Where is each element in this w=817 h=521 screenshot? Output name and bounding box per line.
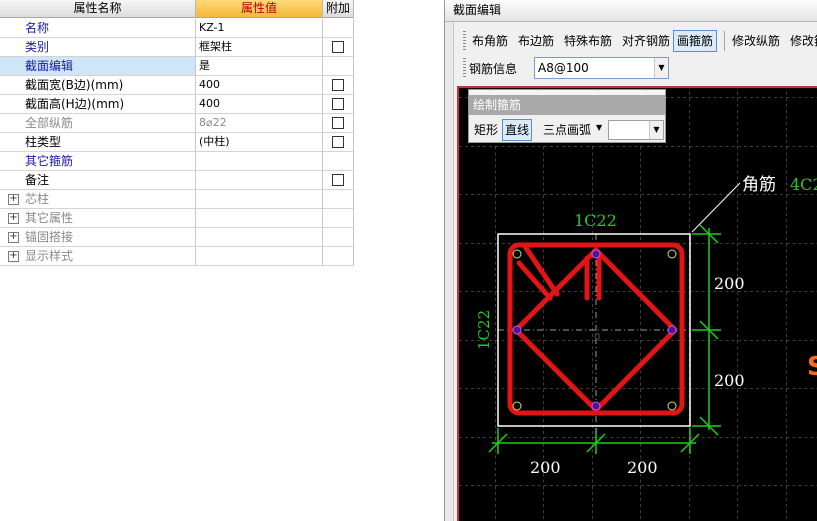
expand-icon[interactable]: +	[8, 194, 19, 205]
prop-group-core[interactable]: + 芯柱	[0, 190, 354, 209]
prop-row-name[interactable]: 名称 KZ-1	[0, 19, 354, 38]
extra-checkbox[interactable]	[332, 174, 344, 186]
prop-row-category[interactable]: 类别 框架柱	[0, 38, 354, 57]
toolbar-grip-icon[interactable]	[463, 58, 466, 78]
prop-value[interactable]	[196, 152, 323, 171]
corner-rebar-label[interactable]: 角筋	[742, 175, 776, 195]
rectangle-mode-button[interactable]: 矩形	[471, 119, 501, 141]
prop-label: 截面编辑	[21, 57, 196, 76]
edge-rebar[interactable]	[591, 401, 601, 411]
prop-label: 柱类型	[21, 133, 196, 152]
prop-row-column-type[interactable]: 柱类型 (中柱)	[0, 133, 354, 152]
prop-row-remark[interactable]: 备注	[0, 171, 354, 190]
extra-checkbox[interactable]	[332, 98, 344, 110]
prop-row-all-rebar[interactable]: 全部纵筋 8⌀22	[0, 114, 354, 133]
corner-rebar[interactable]	[667, 249, 677, 259]
prop-value[interactable]: KZ-1	[196, 19, 323, 38]
prop-row-other-stirrup[interactable]: 其它箍筋	[0, 152, 354, 171]
corner-rebar[interactable]	[512, 401, 522, 411]
prop-label: 名称	[21, 19, 196, 38]
special-rebar-button[interactable]: 特殊布筋	[560, 30, 616, 52]
prop-value: 8⌀22	[196, 114, 323, 133]
prop-label: 备注	[21, 171, 196, 190]
extra-checkbox[interactable]	[332, 79, 344, 91]
section-drawing-canvas[interactable]: 0 1C22 1C22 角筋 4C22 200 200 200	[457, 86, 817, 521]
edge-rebar[interactable]	[667, 325, 677, 335]
column-header-value[interactable]: 属性值	[196, 0, 323, 18]
chevron-down-icon[interactable]: ▼	[596, 123, 602, 132]
dialog-title[interactable]: 截面编辑	[445, 0, 817, 22]
chevron-down-icon[interactable]: ▼	[649, 121, 663, 139]
draw-stirrup-button[interactable]: 画箍筋	[673, 30, 718, 52]
align-rebar-button[interactable]: 对齐钢筋	[618, 30, 674, 52]
prop-value[interactable]: 400	[196, 95, 323, 114]
rebar-info-value: A8@100	[538, 61, 589, 75]
prop-value[interactable]: 400	[196, 76, 323, 95]
prop-value[interactable]	[196, 171, 323, 190]
rebar-info-label: 钢筋信息	[469, 62, 518, 76]
prop-label: 截面高(H边)(mm)	[21, 95, 196, 114]
section-drawing[interactable]: 0 1C22 1C22 角筋 4C22 200 200 200	[459, 88, 817, 521]
top-rebar-label[interactable]: 1C22	[574, 211, 617, 230]
extra-checkbox[interactable]	[332, 41, 344, 53]
center-mark: 0	[594, 332, 600, 343]
rebar-info-row: 钢筋信息 A8@100 ▼	[461, 56, 817, 82]
edge-rebar[interactable]	[591, 249, 601, 259]
extra-checkbox[interactable]	[332, 136, 344, 148]
draw-stirrup-panel: 绘制箍筋 矩形 直线 三点画弧 ▼ ▼	[468, 89, 666, 143]
prop-group-other[interactable]: + 其它属性	[0, 209, 354, 228]
place-corner-rebar-button[interactable]: 布角筋	[468, 30, 512, 52]
prop-label: 类别	[21, 38, 196, 57]
prop-label: 全部纵筋	[21, 114, 196, 133]
dim-right-bottom: 200	[714, 371, 745, 390]
dim-right-top: 200	[714, 274, 745, 293]
prop-row-section-edit[interactable]: 截面编辑 是	[0, 57, 354, 76]
group-label: 其它属性	[21, 209, 196, 228]
prop-label: 其它箍筋	[21, 152, 196, 171]
expand-icon[interactable]: +	[8, 251, 19, 262]
left-rebar-label[interactable]: 1C22	[475, 310, 493, 350]
prop-value[interactable]: 框架柱	[196, 38, 323, 57]
group-label: 芯柱	[21, 190, 196, 209]
prop-group-display[interactable]: + 显示样式	[0, 247, 354, 266]
three-point-arc-button[interactable]: 三点画弧	[540, 119, 594, 141]
extra-checkbox[interactable]	[332, 117, 344, 129]
chevron-down-icon[interactable]: ▼	[654, 58, 668, 78]
group-label: 锚固搭接	[21, 228, 196, 247]
corner-rebar-spec[interactable]: 4C22	[790, 175, 817, 194]
corner-rebar[interactable]	[512, 249, 522, 259]
draw-stirrup-panel-title[interactable]: 绘制箍筋	[469, 95, 665, 115]
prop-label: 截面宽(B边)(mm)	[21, 76, 196, 95]
prop-value[interactable]: (中柱)	[196, 133, 323, 152]
edit-stirrup-button[interactable]: 修改箍	[786, 30, 817, 52]
column-header-extra[interactable]: 附加	[323, 0, 354, 18]
overlay-logo-fragment: S	[807, 352, 817, 382]
dim-bottom-left: 200	[530, 458, 561, 477]
rebar-info-select[interactable]: A8@100 ▼	[534, 57, 669, 79]
line-mode-button[interactable]: 直线	[502, 119, 533, 141]
edge-rebar[interactable]	[512, 325, 522, 335]
edit-longitudinal-rebar-button[interactable]: 修改纵筋	[728, 30, 784, 52]
prop-row-width[interactable]: 截面宽(B边)(mm) 400	[0, 76, 354, 95]
property-grid: 属性名称 属性值 附加 名称 KZ-1 类别 框架柱 截面编辑 是 截面宽(B边…	[0, 0, 354, 266]
dim-bottom-right: 200	[627, 458, 658, 477]
prop-value[interactable]: 是	[196, 57, 323, 76]
expand-icon[interactable]: +	[8, 232, 19, 243]
grid-background	[459, 88, 817, 521]
expand-icon[interactable]: +	[8, 213, 19, 224]
rebar-toolbar: 布角筋 布边筋 特殊布筋 对齐钢筋 画箍筋 修改纵筋 修改箍	[461, 28, 817, 53]
prop-group-anchorage[interactable]: + 锚固搭接	[0, 228, 354, 247]
group-label: 显示样式	[21, 247, 196, 266]
corner-rebar[interactable]	[667, 401, 677, 411]
prop-row-height[interactable]: 截面高(H边)(mm) 400	[0, 95, 354, 114]
place-edge-rebar-button[interactable]: 布边筋	[514, 30, 558, 52]
draw-option-select[interactable]: ▼	[608, 120, 664, 140]
toolbar-grip-icon[interactable]	[463, 31, 466, 51]
column-header-name[interactable]: 属性名称	[0, 0, 196, 18]
